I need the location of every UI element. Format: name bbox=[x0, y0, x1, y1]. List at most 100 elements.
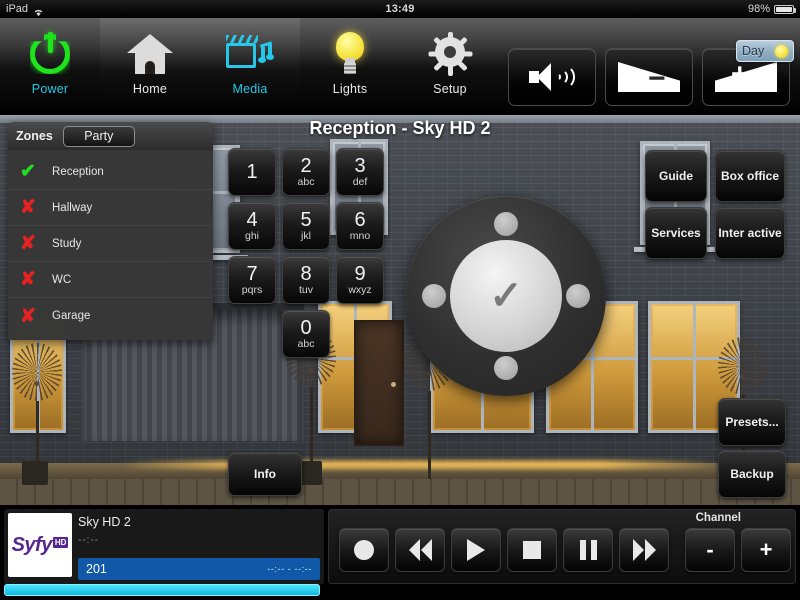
transport-controls: Channel - + bbox=[328, 509, 796, 584]
key-letters: wxyz bbox=[348, 283, 372, 296]
fast-forward-button[interactable] bbox=[619, 528, 669, 572]
dpad-down-button[interactable] bbox=[494, 356, 518, 380]
dpad-up-button[interactable] bbox=[494, 212, 518, 236]
now-playing-panel[interactable]: Syfy HD Sky HD 2 --:-- 201 --:-- - --:-- bbox=[4, 509, 324, 584]
dpad-ok-button[interactable]: ✓ bbox=[450, 240, 562, 352]
key-number: 2 bbox=[300, 154, 312, 177]
channel-number-bar[interactable]: 201 --:-- - --:-- bbox=[78, 558, 320, 580]
zone-row-hallway[interactable]: ✘ Hallway bbox=[8, 190, 213, 226]
key-0[interactable]: 0 abc bbox=[282, 310, 330, 358]
stop-button[interactable] bbox=[507, 528, 557, 572]
volume-down-button[interactable]: − bbox=[605, 48, 693, 106]
now-playing-elapsed: --:-- bbox=[78, 535, 100, 546]
key-8[interactable]: 8 tuv bbox=[282, 256, 330, 304]
zone-row-wc[interactable]: ✘ WC bbox=[8, 262, 213, 298]
key-5[interactable]: 5 jkl bbox=[282, 202, 330, 250]
ios-status-bar: iPad 13:49 98% bbox=[0, 0, 800, 18]
key-letters: pqrs bbox=[241, 283, 263, 296]
plus-sign: + bbox=[731, 58, 749, 91]
lightbulb-icon bbox=[333, 26, 367, 82]
key-4[interactable]: 4 ghi bbox=[228, 202, 276, 250]
key-letters: tuv bbox=[298, 283, 313, 296]
info-button[interactable]: Info bbox=[228, 452, 302, 496]
stop-icon bbox=[523, 541, 541, 559]
pause-icon bbox=[579, 540, 597, 560]
guide-button[interactable]: Guide bbox=[645, 150, 707, 202]
channel-number: 201 bbox=[86, 562, 107, 576]
channel-up-button[interactable]: + bbox=[741, 528, 791, 572]
key-number: 7 bbox=[246, 262, 258, 285]
rewind-button[interactable] bbox=[395, 528, 445, 572]
key-2[interactable]: 2 abc bbox=[282, 148, 330, 196]
key-letters: jkl bbox=[301, 229, 311, 242]
battery-icon bbox=[774, 4, 796, 14]
key-number: 1 bbox=[246, 160, 258, 183]
nav-label-media: Media bbox=[232, 82, 268, 96]
dpad-left-button[interactable] bbox=[422, 284, 446, 308]
status-bar-time: 13:49 bbox=[385, 3, 415, 15]
zone-row-garage[interactable]: ✘ Garage bbox=[8, 298, 213, 334]
key-6[interactable]: 6 mno bbox=[336, 202, 384, 250]
key-3[interactable]: 3 def bbox=[336, 148, 384, 196]
record-icon bbox=[354, 540, 374, 560]
nav-item-setup[interactable]: Setup bbox=[400, 18, 500, 115]
zone-cross-icon: ✘ bbox=[20, 269, 36, 290]
backup-button[interactable]: Backup bbox=[718, 450, 786, 498]
house-icon bbox=[127, 26, 173, 82]
key-number: 6 bbox=[354, 208, 366, 231]
box-office-button[interactable]: Box office bbox=[715, 150, 785, 202]
now-playing-title: Sky HD 2 bbox=[78, 515, 131, 529]
zone-row-reception[interactable]: ✔ Reception bbox=[8, 154, 213, 190]
nav-items: Power Home Media Lights Setup bbox=[0, 18, 500, 115]
zone-name: WC bbox=[52, 273, 72, 286]
checkmark-icon: ✓ bbox=[489, 274, 523, 318]
party-button[interactable]: Party bbox=[62, 125, 135, 147]
services-button[interactable]: Services bbox=[645, 207, 707, 259]
channel-down-button[interactable]: - bbox=[685, 528, 735, 572]
top-navigation-bar: Power Home Media Lights Setup − + Day bbox=[0, 18, 800, 115]
channel-logo-text: Syfy bbox=[11, 533, 53, 556]
nav-item-media[interactable]: Media bbox=[200, 18, 300, 115]
play-button[interactable] bbox=[451, 528, 501, 572]
volume-down-icon: − bbox=[618, 62, 680, 94]
channel-up-label: + bbox=[759, 537, 773, 562]
programme-time-range: --:-- - --:-- bbox=[267, 564, 312, 574]
nav-item-lights[interactable]: Lights bbox=[300, 18, 400, 115]
nav-item-home[interactable]: Home bbox=[100, 18, 200, 115]
zone-name: Study bbox=[52, 237, 82, 250]
record-button[interactable] bbox=[339, 528, 389, 572]
speaker-icon bbox=[529, 62, 575, 92]
status-bar-right: 98% bbox=[748, 0, 796, 18]
channel-down-label: - bbox=[706, 537, 714, 562]
nav-label-lights: Lights bbox=[332, 82, 368, 96]
zone-name: Reception bbox=[52, 165, 104, 178]
key-number: 8 bbox=[300, 262, 312, 285]
key-letters: ghi bbox=[244, 229, 259, 242]
fast-forward-icon bbox=[632, 539, 656, 561]
numeric-keypad: 1 2 abc 3 def 4 ghi 5 jkl 6 mno 7 pqrs 8 tuv 9w… bbox=[228, 148, 384, 358]
interactive-button[interactable]: Inter active bbox=[715, 207, 785, 259]
nav-item-power[interactable]: Power bbox=[0, 18, 100, 115]
key-1[interactable]: 1 bbox=[228, 148, 276, 196]
key-letters: mno bbox=[349, 229, 371, 242]
zone-name: Hallway bbox=[52, 201, 93, 214]
zone-cross-icon: ✘ bbox=[20, 233, 36, 254]
key-7[interactable]: 7 pqrs bbox=[228, 256, 276, 304]
rewind-icon bbox=[408, 539, 432, 561]
mute-button[interactable] bbox=[508, 48, 596, 106]
zone-cross-icon: ✘ bbox=[20, 197, 36, 218]
pause-button[interactable] bbox=[563, 528, 613, 572]
channel-logo: Syfy HD bbox=[8, 513, 72, 577]
key-number: 9 bbox=[354, 262, 366, 285]
key-9[interactable]: 9 wxyz bbox=[336, 256, 384, 304]
nav-label-setup: Setup bbox=[433, 82, 467, 96]
presets-button[interactable]: Presets... bbox=[718, 398, 786, 446]
zone-name: Garage bbox=[52, 310, 91, 322]
key-letters: abc bbox=[297, 337, 315, 350]
zone-row-study[interactable]: ✘ Study bbox=[8, 226, 213, 262]
zone-check-icon: ✔ bbox=[20, 161, 36, 182]
channel-logo-hd-badge: HD bbox=[52, 536, 69, 548]
dpad-right-button[interactable] bbox=[566, 284, 590, 308]
progress-scrubber[interactable] bbox=[4, 584, 320, 596]
key-number: 0 bbox=[300, 316, 312, 339]
